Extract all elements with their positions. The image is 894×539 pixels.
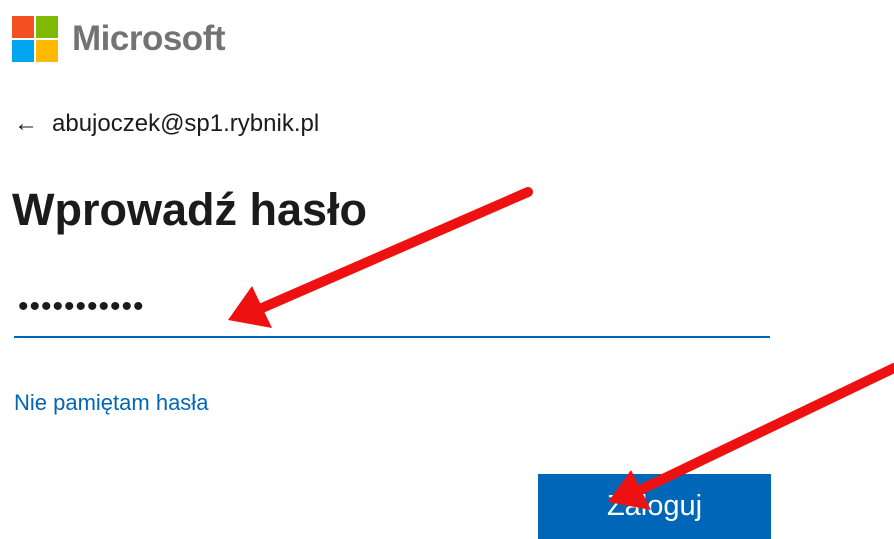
page-title: Wprowadź hasło xyxy=(12,184,368,235)
forgot-password-link[interactable]: Nie pamiętam hasła xyxy=(14,390,208,416)
sign-in-button[interactable]: Zaloguj xyxy=(538,474,771,539)
logo-square-red xyxy=(12,16,34,38)
microsoft-brand: Microsoft xyxy=(12,16,226,62)
account-identity: ← abujoczek@sp1.rybnik.pl xyxy=(14,106,319,142)
brand-name: Microsoft xyxy=(72,19,226,58)
annotation-overlay xyxy=(228,187,894,510)
account-email: abujoczek@sp1.rybnik.pl xyxy=(52,110,320,137)
logo-square-blue xyxy=(12,40,34,62)
back-arrow-icon[interactable]: ← xyxy=(14,106,38,142)
logo-square-green xyxy=(36,16,58,38)
logo-square-yellow xyxy=(36,40,58,62)
microsoft-logo-icon xyxy=(12,16,58,62)
password-input[interactable] xyxy=(14,278,770,338)
